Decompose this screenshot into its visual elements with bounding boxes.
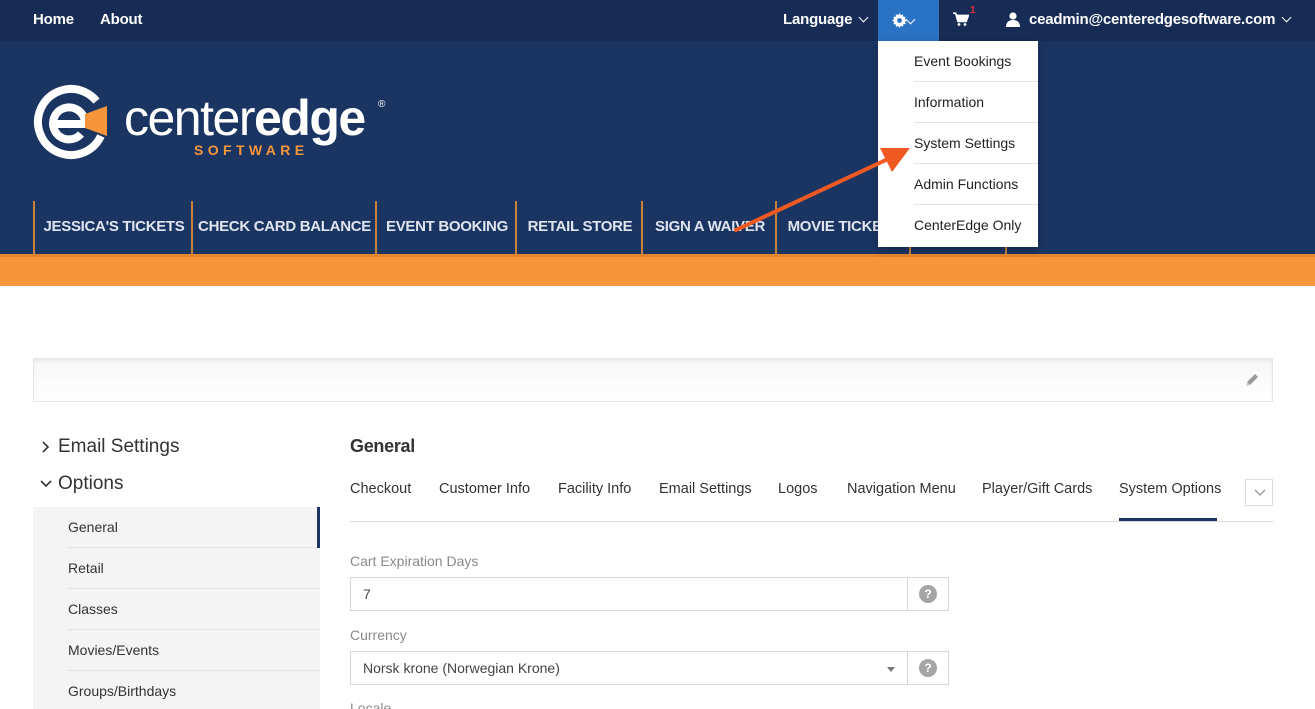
about-link[interactable]: About xyxy=(100,0,143,41)
chevron-down-icon xyxy=(905,14,916,25)
tab-bar-divider xyxy=(350,521,1273,522)
sidebar-item-label: Groups/Birthdays xyxy=(68,683,177,699)
sidebar-item-groups-birthdays[interactable]: Groups/Birthdays xyxy=(33,671,320,709)
user-menu[interactable]: ceadmin@centeredgesoftware.com xyxy=(1029,0,1292,41)
user-email: ceadmin@centeredgesoftware.com xyxy=(1029,11,1276,28)
tab-email-settings[interactable]: Email Settings xyxy=(659,481,752,497)
language-label: Language xyxy=(783,11,853,28)
tab-logos[interactable]: Logos xyxy=(778,481,818,497)
menu-item-system-settings[interactable]: System Settings xyxy=(914,123,1038,164)
menu-item-event-bookings[interactable]: Event Bookings xyxy=(914,41,1038,82)
annotation-arrow xyxy=(734,148,910,232)
gear-icon xyxy=(892,13,907,28)
sidebar-item-label: Classes xyxy=(68,601,118,617)
sidebar-item-movies-events[interactable]: Movies/Events xyxy=(33,630,320,671)
pencil-icon[interactable] xyxy=(1244,372,1260,388)
chevron-right-icon[interactable] xyxy=(40,441,52,453)
help-icon: ? xyxy=(919,585,937,603)
sidebar-item-label: General xyxy=(68,519,118,535)
sidebar-item-retail[interactable]: Retail xyxy=(33,548,320,589)
menu-item-information[interactable]: Information xyxy=(914,82,1038,123)
user-icon xyxy=(1006,12,1020,27)
chevron-down-icon[interactable] xyxy=(40,478,52,490)
chevron-down-icon xyxy=(858,12,869,23)
nav-tab-check-card-balance[interactable]: CHECK CARD BALANCE xyxy=(191,201,376,254)
sidebar-item-classes[interactable]: Classes xyxy=(33,589,320,630)
home-link[interactable]: Home xyxy=(33,0,74,41)
logo-subtitle: SOFTWARE xyxy=(194,142,309,158)
sidebar-item-label: Movies/Events xyxy=(68,642,160,658)
menu-item-admin-functions[interactable]: Admin Functions xyxy=(914,164,1038,205)
sidebar-section-options[interactable]: Options xyxy=(58,473,123,495)
tab-navigation-menu[interactable]: Navigation Menu xyxy=(847,481,956,497)
currency-value: Norsk krone (Norwegian Krone) xyxy=(363,660,560,676)
settings-menu-button[interactable] xyxy=(878,0,939,41)
locale-label: Locale xyxy=(350,700,392,709)
tab-checkout[interactable]: Checkout xyxy=(350,481,411,497)
caret-down-icon xyxy=(887,667,895,672)
menu-item-centeredge-only[interactable]: CenterEdge Only xyxy=(914,205,1038,246)
logo-wordmark: centeredge xyxy=(124,88,366,148)
tab-player-gift-cards[interactable]: Player/Gift Cards xyxy=(982,481,1092,497)
logo-word-light: center xyxy=(124,90,255,146)
chevron-down-icon xyxy=(1254,489,1266,496)
cart-icon[interactable] xyxy=(953,12,969,27)
active-tab-indicator xyxy=(1119,518,1217,521)
nav-tab-jessicas-tickets[interactable]: JESSICA'S TICKETS xyxy=(33,201,193,254)
tab-facility-info[interactable]: Facility Info xyxy=(558,481,631,497)
currency-select[interactable]: Norsk krone (Norwegian Krone) xyxy=(350,651,908,685)
more-tabs-button[interactable] xyxy=(1245,479,1273,506)
logo-registered: ® xyxy=(378,99,386,110)
language-menu[interactable]: Language xyxy=(783,0,869,41)
nav-tab-retail-store[interactable]: RETAIL STORE xyxy=(515,201,643,254)
cart-count-badge: 1 xyxy=(970,5,976,16)
accent-band xyxy=(0,254,1315,286)
logo-word-bold: edge xyxy=(253,90,366,146)
nav-tab-event-booking[interactable]: EVENT BOOKING xyxy=(375,201,517,254)
cart-expiration-input[interactable]: 7 xyxy=(350,577,908,611)
help-icon: ? xyxy=(919,659,937,677)
currency-label: Currency xyxy=(350,627,407,643)
cart-expiration-help-button[interactable]: ? xyxy=(907,577,949,611)
cart-expiration-label: Cart Expiration Days xyxy=(350,553,479,569)
tab-customer-info[interactable]: Customer Info xyxy=(439,481,530,497)
sidebar-item-general[interactable]: General xyxy=(33,507,320,548)
sidebar-section-email-settings[interactable]: Email Settings xyxy=(58,436,179,458)
centeredge-logo-icon[interactable] xyxy=(33,84,109,160)
page-title: General xyxy=(350,436,415,456)
tab-system-options[interactable]: System Options xyxy=(1119,481,1221,497)
top-bar: Home About Language 1 ceadmin@centeredge… xyxy=(0,0,1315,41)
sidebar-item-label: Retail xyxy=(68,560,104,576)
currency-help-button[interactable]: ? xyxy=(907,651,949,685)
title-bar xyxy=(33,358,1273,402)
chevron-down-icon xyxy=(1281,12,1292,23)
